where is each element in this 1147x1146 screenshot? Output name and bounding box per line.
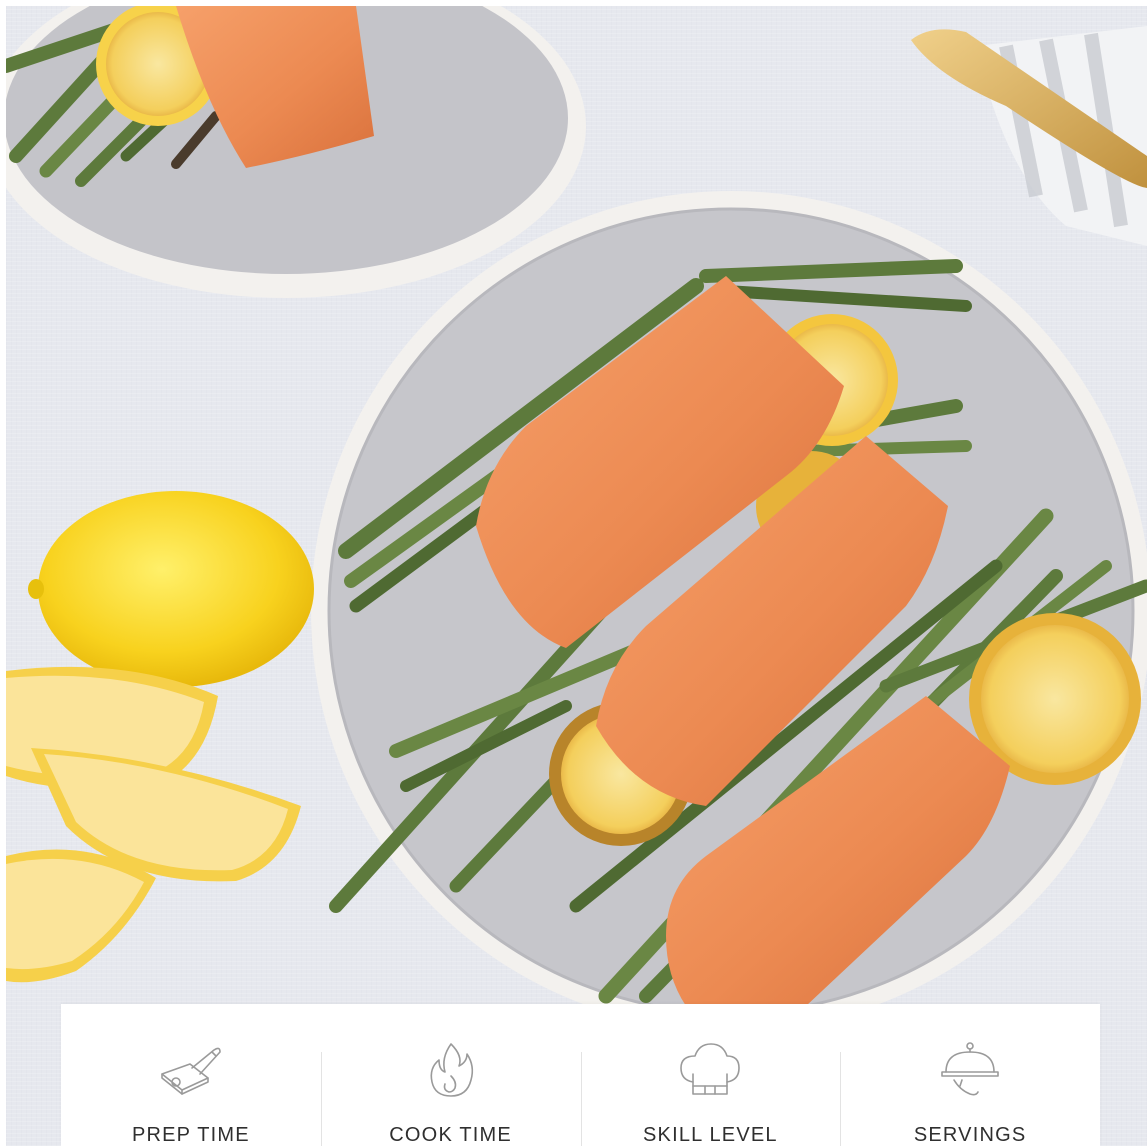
whole-lemon [28, 491, 314, 687]
stat-label: SKILL LEVEL [642, 1124, 778, 1146]
stat-label: PREP TIME [131, 1124, 250, 1146]
stat-skill-level: SKILL LEVEL [580, 1004, 841, 1146]
stat-prep-time: PREP TIME [61, 1004, 321, 1146]
serving-cloche-icon [934, 1038, 1006, 1102]
lemon-wedges [6, 666, 301, 983]
stat-servings: SERVINGS [840, 1004, 1100, 1146]
small-plate [6, 6, 586, 298]
chef-hat-icon [674, 1038, 746, 1102]
stat-label: COOK TIME [389, 1124, 512, 1146]
stat-cook-time: COOK TIME [320, 1004, 581, 1146]
cutting-board-knife-icon [155, 1038, 227, 1102]
hero-image [6, 6, 1147, 1146]
flame-icon [415, 1038, 487, 1102]
recipe-stats-card: PREP TIME COOK TIME SKILL LEVEL SERVINGS [61, 1004, 1100, 1146]
stat-label: SERVINGS [913, 1124, 1027, 1146]
recipe-page: PREP TIME COOK TIME SKILL LEVEL SERVINGS [0, 0, 1147, 1146]
